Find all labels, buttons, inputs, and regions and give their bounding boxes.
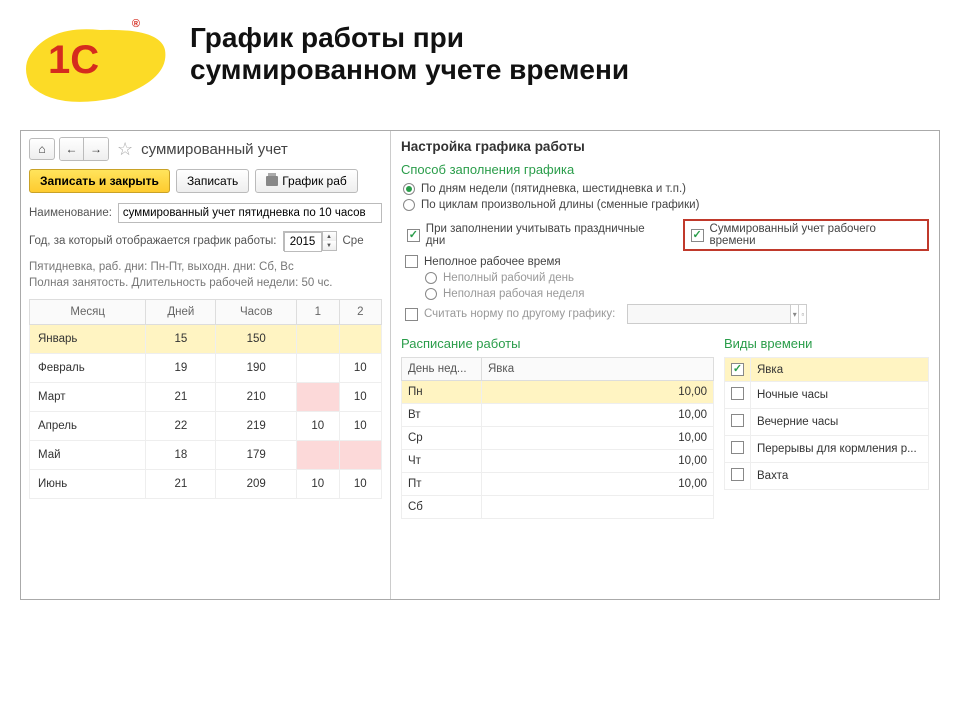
year-input[interactable] xyxy=(284,232,322,252)
left-pane: ⌂ ← → ☆ суммированный учет Записать и за… xyxy=(21,131,391,599)
table-row[interactable]: Май18179 xyxy=(30,441,382,470)
home-button[interactable]: ⌂ xyxy=(29,138,55,160)
table-row[interactable]: Сб xyxy=(402,496,714,519)
radio-icon xyxy=(425,272,437,284)
print-schedule-button[interactable]: График раб xyxy=(255,169,358,193)
table-row[interactable]: Перерывы для кормления р... xyxy=(725,436,929,463)
checkbox-icon[interactable] xyxy=(731,363,744,376)
table-row[interactable]: Ночные часы xyxy=(725,382,929,409)
right-pane: Настройка графика работы Способ заполнен… xyxy=(391,131,939,599)
registered-icon: ® xyxy=(132,18,140,30)
table-row[interactable]: Январь15150 xyxy=(30,325,382,354)
types-header: Виды времени xyxy=(724,336,929,351)
table-row[interactable]: Вт10,00 xyxy=(402,404,714,427)
slide-title: График работы при суммированном учете вр… xyxy=(190,10,629,86)
col-2: 2 xyxy=(339,300,381,325)
window-title: суммированный учет xyxy=(141,141,288,158)
checkbox-icon[interactable] xyxy=(731,441,744,454)
name-input[interactable] xyxy=(118,203,382,223)
table-row[interactable]: Июнь212091010 xyxy=(30,470,382,499)
chk-summed-time[interactable]: Суммированный учет рабочего времени xyxy=(691,223,921,247)
col-hours: Часов xyxy=(216,300,297,325)
table-row[interactable]: Пн10,00 xyxy=(402,381,714,404)
name-label: Наименование: xyxy=(29,207,112,219)
year-up-button[interactable]: ▲ xyxy=(323,232,336,241)
nav-forward-button[interactable]: → xyxy=(84,138,108,160)
year-label: Год, за который отображается график рабо… xyxy=(29,235,277,247)
col-days: Дней xyxy=(146,300,216,325)
schedule-table[interactable]: День нед... Явка Пн10,00Вт10,00Ср10,00Чт… xyxy=(401,357,714,519)
checkbox-icon xyxy=(405,308,418,321)
summed-time-highlight: Суммированный учет рабочего времени xyxy=(683,219,929,251)
table-row[interactable]: Чт10,00 xyxy=(402,450,714,473)
types-table[interactable]: ЯвкаНочные часыВечерние часыПерерывы для… xyxy=(724,357,929,490)
year-down-button[interactable]: ▼ xyxy=(323,241,336,250)
radio-part-day: Неполный рабочий день xyxy=(425,272,929,284)
chk-other-norm[interactable]: Считать норму по другому графику: ▾ ▫ xyxy=(405,304,929,324)
radio-by-weekdays[interactable]: По дням недели (пятидневка, шестидневка … xyxy=(403,183,929,195)
favorite-icon[interactable]: ☆ xyxy=(117,139,133,160)
chk-holidays[interactable]: При заполнении учитывать праздничные дни xyxy=(407,223,663,247)
schedule-info: Пятидневка, раб. дни: Пн-Пт, выходн. дни… xyxy=(29,259,382,291)
table-row[interactable]: Пт10,00 xyxy=(402,473,714,496)
logo-text: 1С xyxy=(48,38,99,83)
months-table[interactable]: Месяц Дней Часов 1 2 Январь15150Февраль1… xyxy=(29,299,382,499)
avg-label: Сре xyxy=(343,235,364,247)
radio-icon xyxy=(403,183,415,195)
dropdown-button[interactable]: ▾ xyxy=(790,305,798,323)
radio-icon xyxy=(403,199,415,211)
save-close-button[interactable]: Записать и закрыть xyxy=(29,169,170,193)
app-window: ⌂ ← → ☆ суммированный учет Записать и за… xyxy=(20,130,940,600)
radio-part-week: Неполная рабочая неделя xyxy=(425,288,929,300)
fill-method-header: Способ заполнения графика xyxy=(401,162,929,177)
checkbox-icon[interactable] xyxy=(731,468,744,481)
checkbox-icon[interactable] xyxy=(731,414,744,427)
table-row[interactable]: Март2121010 xyxy=(30,383,382,412)
table-row[interactable]: Февраль1919010 xyxy=(30,354,382,383)
logo-1c: 1С ® xyxy=(20,10,170,110)
schedule-header: Расписание работы xyxy=(401,336,714,351)
table-row[interactable]: Явка xyxy=(725,358,929,382)
settings-title: Настройка графика работы xyxy=(401,139,929,154)
checkbox-icon xyxy=(691,229,704,242)
table-row[interactable]: Вахта xyxy=(725,463,929,490)
radio-icon xyxy=(425,288,437,300)
other-norm-input xyxy=(628,305,790,323)
printer-icon xyxy=(266,176,278,186)
checkbox-icon xyxy=(405,255,418,268)
checkbox-icon xyxy=(407,229,420,242)
save-button[interactable]: Записать xyxy=(176,169,249,193)
nav-back-button[interactable]: ← xyxy=(60,138,84,160)
col-month: Месяц xyxy=(30,300,146,325)
radio-by-cycles[interactable]: По циклам произвольной длины (сменные гр… xyxy=(403,199,929,211)
table-row[interactable]: Ср10,00 xyxy=(402,427,714,450)
checkbox-icon[interactable] xyxy=(731,387,744,400)
col-1: 1 xyxy=(297,300,339,325)
table-row[interactable]: Вечерние часы xyxy=(725,409,929,436)
open-button[interactable]: ▫ xyxy=(798,305,806,323)
chk-parttime[interactable]: Неполное рабочее время xyxy=(405,255,929,268)
table-row[interactable]: Апрель222191010 xyxy=(30,412,382,441)
